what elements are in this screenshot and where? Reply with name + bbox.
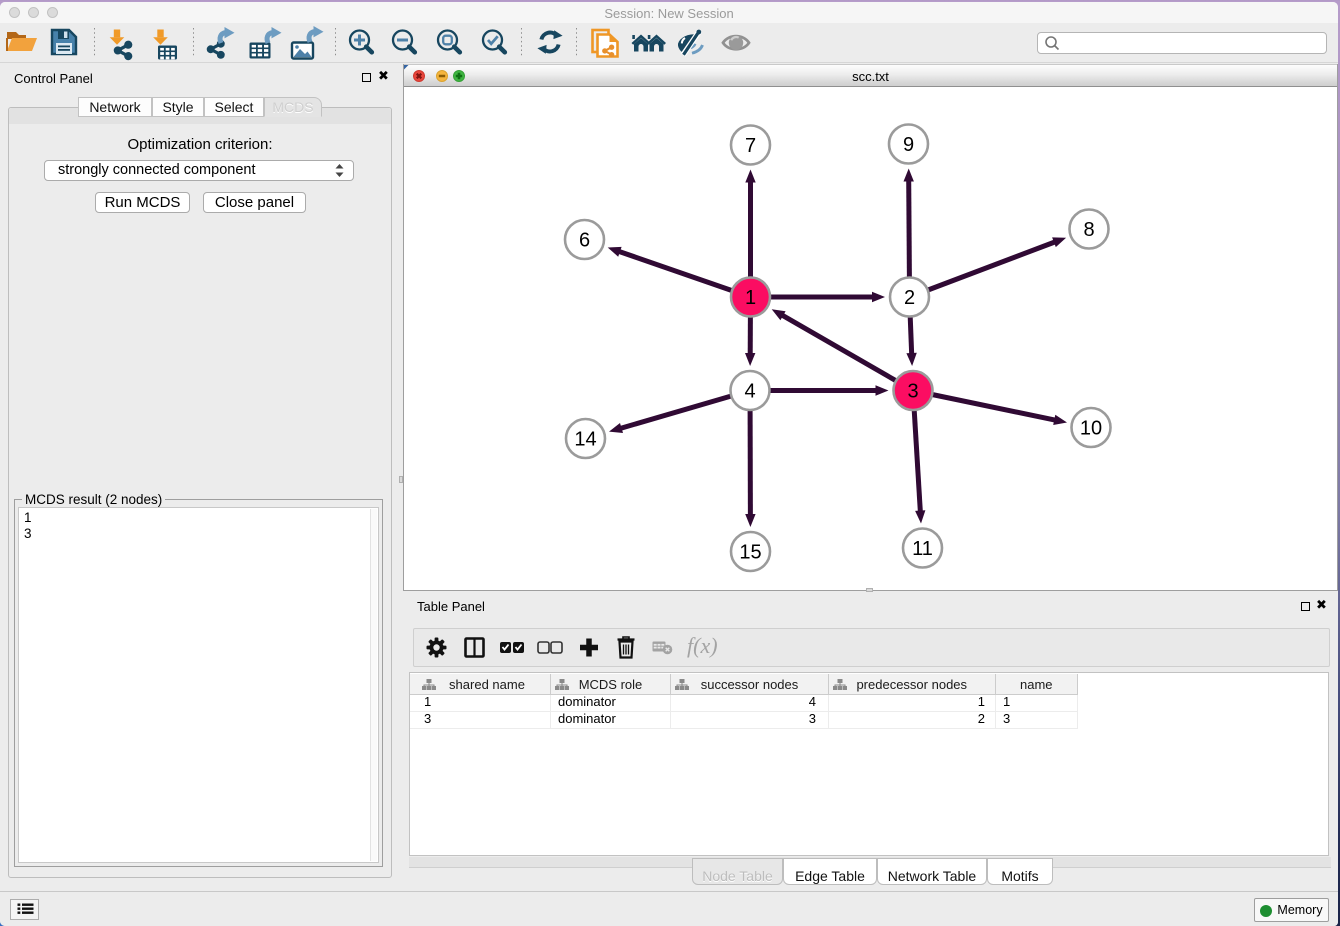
svg-text:3: 3: [907, 380, 918, 402]
svg-text:11: 11: [912, 538, 933, 560]
svg-text:8: 8: [1083, 219, 1094, 241]
svg-text:9: 9: [903, 134, 914, 156]
svg-text:6: 6: [579, 229, 590, 251]
svg-text:4: 4: [744, 380, 755, 402]
svg-text:15: 15: [739, 541, 761, 563]
svg-text:1: 1: [745, 287, 756, 309]
svg-text:7: 7: [745, 135, 756, 157]
svg-text:10: 10: [1080, 417, 1102, 439]
svg-text:2: 2: [904, 287, 915, 309]
svg-text:14: 14: [574, 428, 596, 450]
